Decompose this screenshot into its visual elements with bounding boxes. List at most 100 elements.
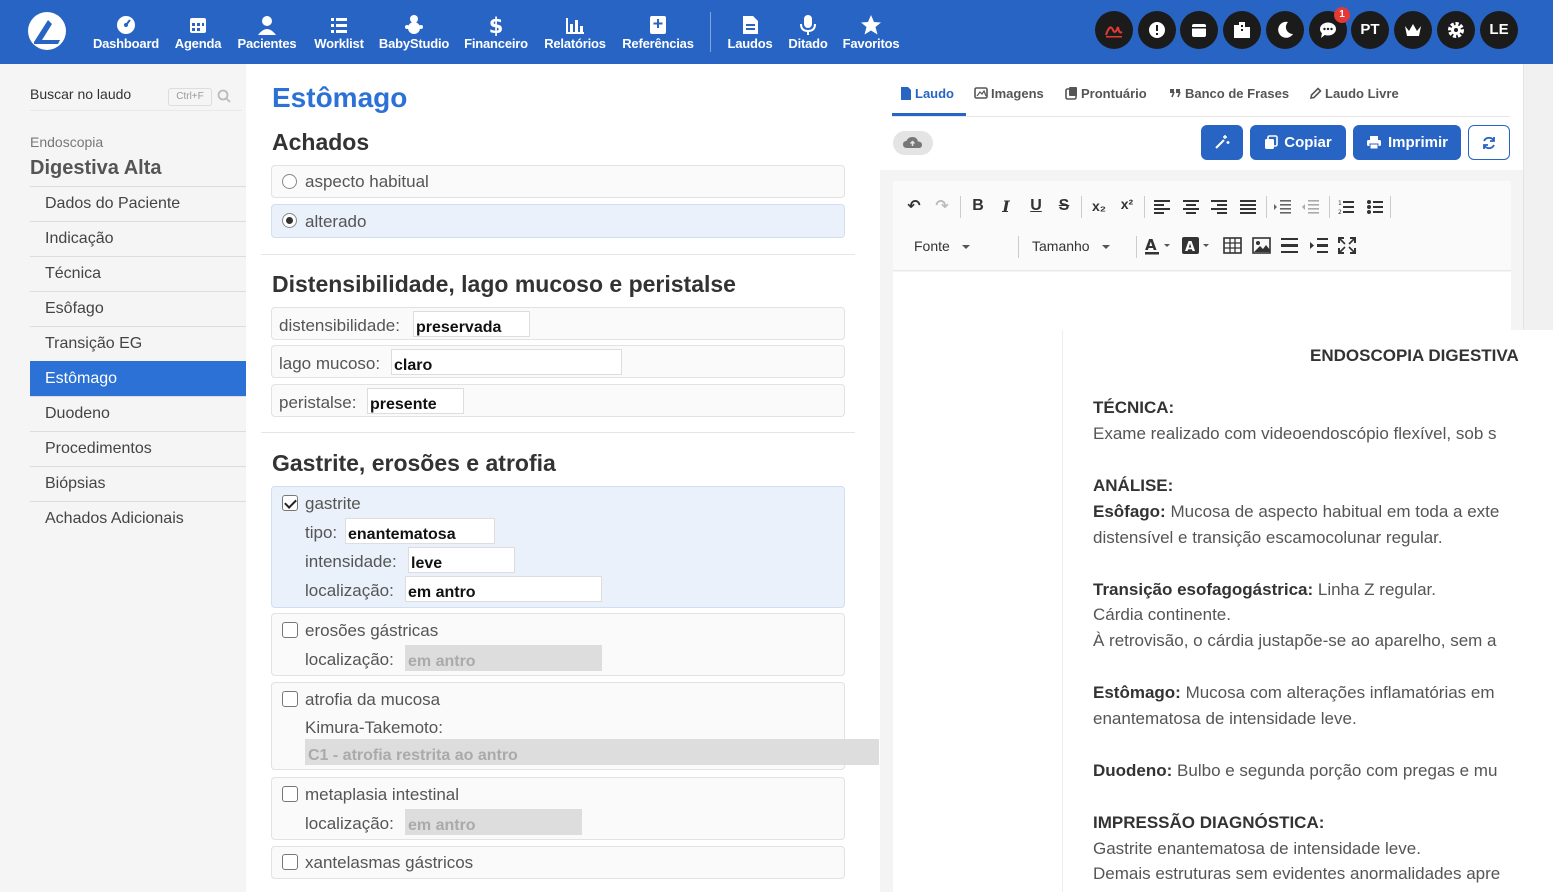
lago-mucoso-field[interactable]: claro bbox=[391, 349, 622, 375]
atrofia-kimura-field[interactable]: C1 - atrofia restrita ao antro bbox=[305, 739, 879, 765]
svg-text:A: A bbox=[1185, 240, 1195, 255]
refresh-button[interactable] bbox=[1468, 125, 1510, 160]
nav-worklist[interactable]: Worklist bbox=[312, 14, 366, 54]
fullscreen-icon[interactable] bbox=[1338, 237, 1356, 254]
peristalse-field[interactable]: presente bbox=[367, 388, 464, 414]
tab-laudo[interactable]: Laudo bbox=[900, 86, 954, 101]
sidebar-item-procedimentos[interactable]: Procedimentos bbox=[30, 431, 246, 466]
text-color-icon[interactable]: A bbox=[1144, 236, 1172, 256]
horizontal-rule-icon[interactable] bbox=[1280, 237, 1299, 254]
search-label[interactable]: Buscar no laudo bbox=[30, 86, 131, 102]
nav-laudos[interactable]: Laudos bbox=[726, 14, 774, 54]
printer-icon bbox=[1366, 136, 1381, 150]
nav-agenda[interactable]: Agenda bbox=[173, 14, 223, 54]
radio-aspecto-habitual[interactable] bbox=[282, 174, 297, 189]
alert-button[interactable] bbox=[1138, 11, 1176, 49]
magic-button[interactable] bbox=[1201, 125, 1243, 160]
report-transicao-text2: Cárdia continente. bbox=[1093, 605, 1231, 624]
premium-button[interactable] bbox=[1394, 11, 1432, 49]
clinic-button[interactable] bbox=[1223, 11, 1261, 49]
cloud-save-button[interactable] bbox=[893, 131, 933, 155]
bullet-list-icon[interactable] bbox=[1367, 199, 1383, 215]
metaplasia-localizacao-field[interactable]: em antro bbox=[405, 809, 582, 835]
gastrite-tipo-field[interactable]: enantematosa bbox=[345, 518, 495, 544]
crown-icon bbox=[1405, 24, 1421, 36]
ordered-list-icon[interactable]: 12 bbox=[1338, 199, 1354, 215]
checkbox-metaplasia[interactable] bbox=[282, 786, 298, 802]
sidebar-item-dados-paciente[interactable]: Dados do Paciente bbox=[30, 186, 246, 221]
align-left-icon[interactable] bbox=[1154, 200, 1170, 214]
distensibilidade-field[interactable]: preservada bbox=[413, 311, 530, 337]
subscript-icon[interactable]: x₂ bbox=[1088, 198, 1110, 214]
report-impressao-text2: Demais estruturas sem evidentes anormali… bbox=[1093, 864, 1501, 883]
signature-button[interactable] bbox=[1095, 11, 1133, 49]
tab-banco-frases[interactable]: Banco de Frases bbox=[1169, 86, 1289, 101]
sidebar-item-biopsias[interactable]: Biópsias bbox=[30, 466, 246, 501]
nav-babystudio[interactable]: BabyStudio bbox=[378, 14, 450, 54]
user-avatar[interactable]: LE bbox=[1480, 11, 1518, 49]
justify-icon[interactable] bbox=[1240, 200, 1256, 214]
checkbox-erosoes[interactable] bbox=[282, 622, 298, 638]
align-center-icon[interactable] bbox=[1183, 200, 1199, 214]
search-icon[interactable] bbox=[217, 89, 231, 103]
nav-referencias[interactable]: Referências bbox=[620, 14, 696, 54]
superscript-icon[interactable]: x² bbox=[1116, 196, 1138, 212]
undo-icon[interactable]: ↶ bbox=[903, 196, 925, 216]
page-break-icon[interactable] bbox=[1309, 237, 1329, 254]
calendar-button[interactable] bbox=[1180, 11, 1218, 49]
checkbox-xantelasmas[interactable] bbox=[282, 854, 298, 870]
calendar-icon bbox=[190, 18, 206, 33]
dark-mode-button[interactable] bbox=[1266, 11, 1304, 49]
settings-button[interactable] bbox=[1437, 11, 1475, 49]
erosoes-localizacao-field[interactable]: em antro bbox=[405, 645, 602, 671]
print-button[interactable]: Imprimir bbox=[1353, 125, 1461, 160]
highlight-color-icon[interactable]: A bbox=[1181, 236, 1211, 256]
table-icon[interactable] bbox=[1223, 237, 1242, 254]
nav-relatorios[interactable]: Relatórios bbox=[542, 14, 608, 54]
nav-dashboard[interactable]: Dashboard bbox=[92, 14, 160, 54]
strikethrough-icon[interactable]: S bbox=[1053, 197, 1075, 215]
dollar-icon: $ bbox=[489, 14, 504, 36]
scrollbar[interactable] bbox=[1523, 64, 1553, 330]
quote-icon bbox=[1170, 89, 1181, 98]
font-size-select[interactable]: Tamanho bbox=[1032, 238, 1110, 254]
report-transicao-label: Transição esofagogástrica: bbox=[1093, 580, 1314, 599]
field-label: Kimura-Takemoto: bbox=[305, 718, 443, 737]
tab-imagens[interactable]: Imagens bbox=[974, 86, 1044, 101]
copy-button[interactable]: Copiar bbox=[1250, 125, 1346, 160]
app-logo[interactable] bbox=[28, 12, 66, 50]
sidebar-item-duodeno[interactable]: Duodeno bbox=[30, 396, 246, 431]
nav-ditado[interactable]: Ditado bbox=[786, 14, 830, 54]
language-button[interactable]: PT bbox=[1351, 11, 1389, 49]
align-right-icon[interactable] bbox=[1211, 200, 1227, 214]
image-icon[interactable] bbox=[1252, 237, 1271, 254]
gastrite-localizacao-field[interactable]: em antro bbox=[405, 576, 602, 602]
tab-prontuario[interactable]: Prontuário bbox=[1065, 86, 1147, 101]
list-icon bbox=[331, 18, 347, 33]
sidebar-item-tecnica[interactable]: Técnica bbox=[30, 256, 246, 291]
redo-icon[interactable]: ↷ bbox=[931, 196, 953, 216]
option-label: alterado bbox=[305, 212, 367, 231]
underline-icon[interactable]: U bbox=[1025, 197, 1047, 215]
option-alterado[interactable]: alterado bbox=[271, 204, 845, 238]
font-family-select[interactable]: Fonte bbox=[914, 238, 970, 254]
sidebar-item-transicao-eg[interactable]: Transição EG bbox=[30, 326, 246, 361]
italic-icon[interactable]: I bbox=[995, 197, 1017, 216]
tab-laudo-livre[interactable]: Laudo Livre bbox=[1309, 86, 1399, 101]
sidebar-item-estomago[interactable]: Estômago bbox=[30, 361, 246, 396]
checkbox-atrofia[interactable] bbox=[282, 691, 298, 707]
radio-alterado[interactable] bbox=[282, 213, 297, 228]
outdent-icon[interactable] bbox=[1302, 200, 1319, 214]
sidebar-item-indicacao[interactable]: Indicação bbox=[30, 221, 246, 256]
nav-financeiro[interactable]: $ Financeiro bbox=[463, 14, 529, 54]
gastrite-intensidade-field[interactable]: leve bbox=[408, 547, 515, 573]
option-aspecto-habitual[interactable]: aspecto habitual bbox=[271, 165, 845, 198]
nav-favoritos[interactable]: Favoritos bbox=[840, 14, 902, 54]
sidebar-item-esofago[interactable]: Esôfago bbox=[30, 291, 246, 326]
indent-icon[interactable] bbox=[1274, 200, 1291, 214]
nav-pacientes[interactable]: Pacientes bbox=[236, 14, 298, 54]
checkbox-gastrite[interactable] bbox=[282, 495, 298, 511]
bold-icon[interactable]: B bbox=[967, 197, 989, 215]
plus-book-icon bbox=[650, 16, 666, 34]
sidebar-item-achados-adicionais[interactable]: Achados Adicionais bbox=[30, 501, 246, 536]
